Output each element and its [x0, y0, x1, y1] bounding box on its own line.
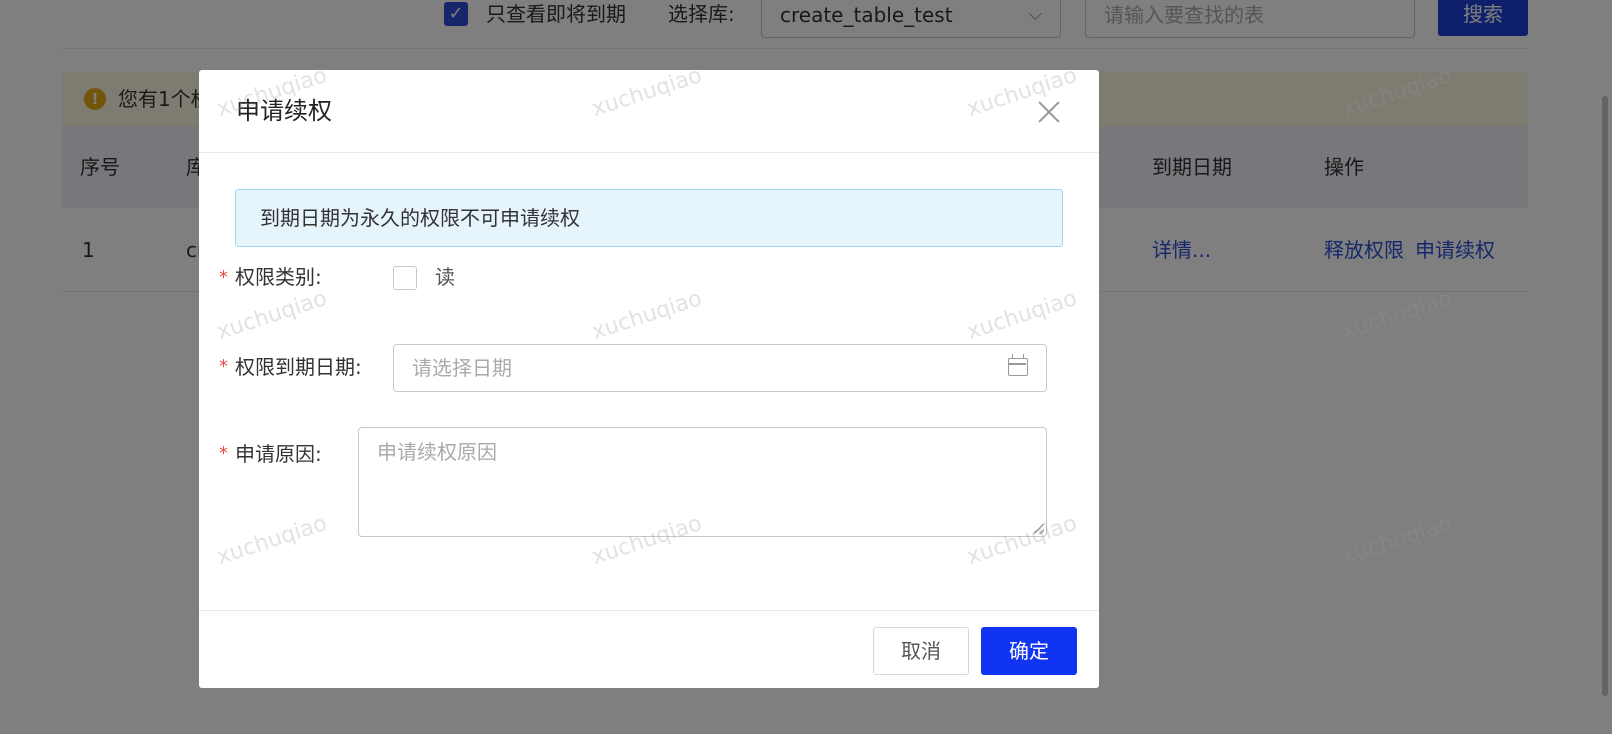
info-alert: 到期日期为永久的权限不可申请续权: [235, 189, 1063, 247]
reason-textarea[interactable]: 申请续权原因: [358, 427, 1047, 537]
expiry-date-label: 权限到期日期:: [235, 355, 362, 379]
read-permission-checkbox[interactable]: [393, 266, 417, 290]
confirm-button[interactable]: 确定: [981, 627, 1077, 675]
dialog-title: 申请续权: [236, 97, 332, 125]
reason-label: 申请原因:: [235, 442, 322, 466]
permission-type-label: 权限类别:: [235, 265, 322, 289]
close-icon[interactable]: [1035, 98, 1063, 126]
calendar-icon: [1008, 354, 1028, 376]
read-permission-label[interactable]: 读: [435, 263, 455, 291]
expiry-date-picker[interactable]: 请选择日期: [393, 344, 1047, 392]
dialog-footer: 取消 确定: [199, 610, 1099, 688]
reason-placeholder: 申请续权原因: [377, 440, 497, 464]
required-mark: *: [219, 267, 228, 288]
date-placeholder: 请选择日期: [412, 356, 512, 380]
required-mark: *: [219, 443, 228, 464]
cancel-button[interactable]: 取消: [873, 627, 969, 675]
required-mark: *: [219, 356, 228, 377]
resize-handle-icon[interactable]: [1034, 524, 1044, 534]
renew-permission-dialog: 申请续权 到期日期为永久的权限不可申请续权 * 权限类别: 读 * 权限到期日期…: [199, 70, 1099, 688]
dialog-header: 申请续权: [199, 70, 1099, 153]
